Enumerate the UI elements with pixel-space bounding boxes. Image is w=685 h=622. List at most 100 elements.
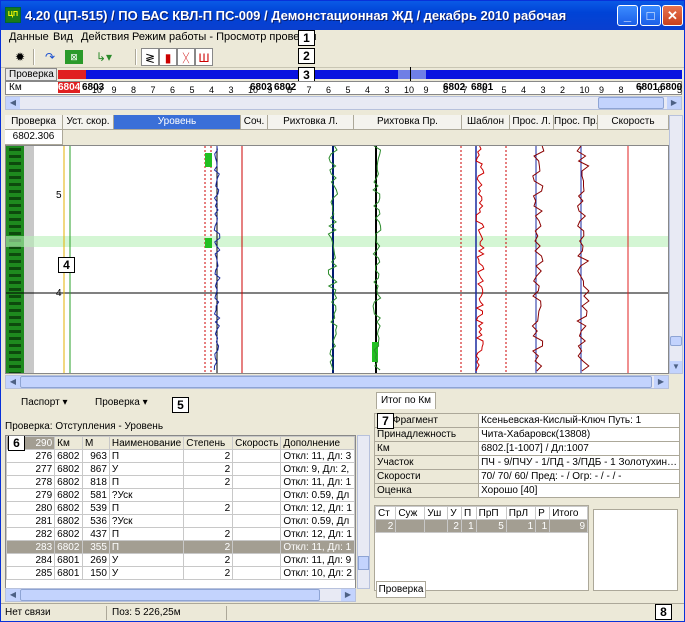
table-cell: 276 (6, 449, 56, 463)
table-vertical-scrollbar[interactable] (357, 435, 370, 589)
minimize-button[interactable]: _ (617, 5, 638, 26)
table-cell: Откл: 0.59, Дл (280, 514, 355, 528)
km-tick-label: 6 (482, 85, 488, 95)
menu-actions[interactable]: Действия (81, 31, 129, 43)
table-row[interactable]: 283 6802 355 П 2 Откл: 11, Дл: 1 (6, 540, 355, 554)
chart-wave-icon[interactable]: ≷ (141, 48, 159, 66)
menu-mode[interactable]: Режим работы - Просмотр проверки (132, 31, 317, 43)
table-header-extra[interactable]: Дополнение (280, 436, 355, 450)
table-cell: 536 (82, 514, 110, 528)
chart-vertical-scrollbar[interactable]: ▼ (669, 115, 683, 374)
column-level[interactable]: Уровень (114, 115, 241, 130)
scroll-thumb[interactable] (358, 556, 369, 570)
table-horizontal-scrollbar[interactable]: ◀ ▶ (5, 588, 356, 602)
scroll-right-arrow-icon[interactable]: ▶ (654, 376, 668, 388)
info-key: Участок (373, 455, 480, 470)
table-cell: 6802 (54, 449, 84, 463)
column-gauge[interactable]: Шаблон (462, 115, 510, 130)
table-row[interactable]: 280 6802 539 П 2 Откл: 12, Дл: 1 (6, 501, 355, 515)
table-row[interactable]: 278 6802 818 П 2 Откл: 11, Дл: 1 (6, 475, 355, 489)
km-label: 6804 (58, 82, 81, 93)
info-key: Км (373, 441, 480, 456)
toolbar: ✹ ↷ ⊠ ↳▾ ≷ ▮ ᚷ Ш 2 (1, 46, 684, 68)
scroll-right-arrow-icon[interactable]: ▶ (667, 97, 681, 109)
info-value: 70/ 70/ 60/ Пред: - / Огр: - / - / - (478, 469, 680, 484)
menu-data[interactable]: Данные (9, 31, 49, 43)
summary-value: 5 (475, 519, 507, 533)
column-alignment-right[interactable]: Рихтовка Пр. (354, 115, 462, 130)
check-dropdown[interactable]: Проверка ▾ (95, 397, 148, 408)
table-row[interactable]: 279 6802 581 ?Уск Откл: 0.59, Дл (6, 488, 355, 502)
table-header-speed[interactable]: Скорость (232, 436, 282, 450)
table-cell: У (108, 553, 185, 567)
km-tick-label: 4 (365, 85, 371, 95)
scroll-left-arrow-icon[interactable]: ◀ (6, 589, 20, 601)
scroll-right-arrow-icon[interactable]: ▶ (341, 589, 355, 601)
table-title: Проверка: Отступления - Уровень (5, 421, 164, 432)
table-row[interactable]: 276 6802 963 П 2 Откл: 11, Дл: 3 (6, 449, 355, 463)
summary-value: 1 (505, 519, 537, 533)
km-tick-label: 5 (677, 85, 683, 95)
table-cell: 6802 (54, 488, 84, 502)
table-row[interactable]: 285 6801 150 У 2 Откл: 10, Дл: 2 (6, 566, 355, 580)
maximize-button[interactable]: □ (640, 5, 661, 26)
scroll-thumb[interactable] (598, 97, 664, 109)
gauge-icon[interactable]: Ш (195, 48, 213, 66)
km-label: 6802 (274, 82, 297, 93)
scroll-thumb[interactable] (670, 336, 682, 346)
scroll-left-arrow-icon[interactable]: ◀ (6, 376, 20, 388)
km-tick-label: 10 (579, 85, 590, 95)
main-window: ЦП 4.20 (ЦП-515) / ПО БАС КВЛ-П ПС-009 /… (0, 0, 685, 622)
table-cell: 277 (6, 462, 56, 476)
cross-icon[interactable]: ᚷ (177, 48, 195, 66)
scroll-thumb[interactable] (20, 376, 652, 388)
column-joint[interactable]: Соч. (241, 115, 268, 130)
track-chart-area[interactable]: 5 4 4 (5, 145, 669, 375)
table-row[interactable]: 282 6802 437 П 2 Откл: 12, Дл: 1 (6, 527, 355, 541)
track-chart-svg: 5 4 (6, 145, 668, 375)
column-check[interactable]: Проверка (5, 115, 63, 130)
summary-header: Уш (424, 506, 449, 520)
scroll-thumb[interactable] (20, 589, 320, 601)
marker-7: 7 (377, 413, 394, 429)
table-row[interactable]: 284 6801 269 У 2 Откл: 11, Дл: 9 (6, 553, 355, 567)
connection-status: Нет связи (5, 607, 51, 618)
menu-view[interactable]: Вид (53, 31, 73, 43)
table-row[interactable]: 281 6802 536 ?Уск Откл: 0.59, Дл (6, 514, 355, 528)
branch-dropdown-icon[interactable]: ↳▾ (95, 48, 113, 66)
passport-dropdown[interactable]: Паспорт ▾ (21, 397, 67, 408)
column-sag-right[interactable]: Прос. Пр. (554, 115, 598, 130)
table-header-km[interactable]: Км (54, 436, 84, 450)
refresh-icon[interactable]: ↷ (41, 48, 59, 66)
scroll-left-arrow-icon[interactable]: ◀ (6, 97, 20, 109)
info-row: Принадлежность Чита-Хабаровск(13808) (373, 427, 680, 442)
table-header-name[interactable]: Наименование (108, 436, 185, 450)
table-cell: 581 (82, 488, 110, 502)
deviations-table[interactable]: 290 Км М Наименование Степень Скорость Д… (5, 435, 356, 589)
table-header-degree[interactable]: Степень (183, 436, 234, 450)
km-tick-label: 8 (618, 85, 624, 95)
marker-4: 4 (58, 257, 75, 273)
table-cell: 6802 (54, 462, 84, 476)
chart-horizontal-scrollbar[interactable]: ◀ ▶ (5, 375, 669, 389)
settings-gear-icon[interactable]: ✹ (11, 48, 29, 66)
table-header-m[interactable]: М (82, 436, 110, 450)
axis-label: 4 (56, 288, 62, 299)
tab-check[interactable]: Проверка (376, 581, 426, 598)
km-horizontal-scrollbar[interactable]: ◀ ▶ (5, 96, 682, 110)
check-progress-bar[interactable] (58, 67, 682, 82)
column-speed-setting[interactable]: Уст. скор. (63, 115, 114, 130)
column-sag-left[interactable]: Прос. Л. (510, 115, 554, 130)
table-cell: 6801 (54, 566, 84, 580)
table-row[interactable]: 277 6802 867 У 2 Откл: 9, Дл: 2, (6, 462, 355, 476)
table-cell: 280 (6, 501, 56, 515)
level-icon[interactable]: ▮ (159, 48, 177, 66)
scroll-down-arrow-icon[interactable]: ▼ (670, 361, 682, 373)
summary-value: 1 (460, 519, 477, 533)
close-button[interactable]: ✕ (662, 5, 683, 26)
tab-km-summary[interactable]: Итог по Км (376, 392, 436, 409)
marker-1: 1 (298, 30, 315, 46)
column-speed[interactable]: Скорость (598, 115, 669, 130)
map-icon[interactable]: ⊠ (65, 50, 83, 64)
column-alignment-left[interactable]: Рихтовка Л. (268, 115, 354, 130)
